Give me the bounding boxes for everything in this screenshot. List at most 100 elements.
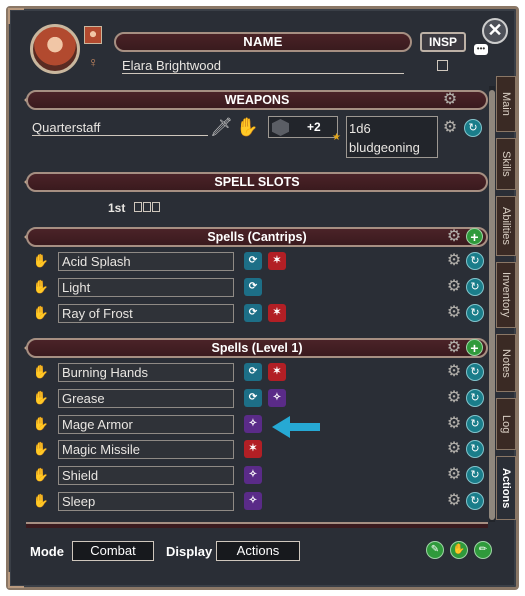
tab-skills[interactable]: Skills: [496, 138, 516, 190]
tab-inventory[interactable]: Inventory: [496, 262, 516, 328]
spell-name-field[interactable]: Shield: [58, 466, 234, 486]
spell-hand-icon[interactable]: ✋: [32, 440, 50, 458]
inspiration-button[interactable]: INSP: [420, 32, 466, 52]
spell-cast-button[interactable]: ↻: [466, 492, 484, 510]
frame-corner: [8, 8, 24, 24]
spell-slot-checkbox[interactable]: [152, 202, 160, 212]
level1-spells-section-header: Spells (Level 1): [26, 338, 488, 358]
spell-red-tag-icon[interactable]: ✶: [268, 303, 286, 322]
spell-name-field[interactable]: Burning Hands: [58, 363, 234, 382]
pointer-arrow: [272, 416, 320, 438]
spell-hand-icon[interactable]: ✋: [32, 466, 50, 484]
frame-corner: [8, 572, 24, 588]
spell-hand-icon[interactable]: ✋: [32, 304, 50, 322]
weapon-roll-button[interactable]: ↻: [464, 119, 482, 137]
spell-settings-gear-icon[interactable]: ⚙: [446, 441, 462, 457]
slot-level-label: 1st: [108, 201, 126, 215]
spell-hand-icon[interactable]: ✋: [32, 492, 50, 510]
spell-blue-tag-icon[interactable]: ⟳: [244, 277, 262, 296]
inspiration-checkbox[interactable]: [437, 60, 448, 71]
token-portrait[interactable]: [84, 26, 102, 44]
cantrips-settings-gear-icon[interactable]: ⚙: [446, 229, 462, 245]
display-label: Display: [166, 544, 213, 559]
chat-icon[interactable]: •••: [474, 44, 488, 55]
spell-blue-tag-icon[interactable]: ⟳: [244, 363, 262, 381]
spell-name-field[interactable]: Mage Armor: [58, 414, 234, 434]
spell-blue-tag-icon[interactable]: ⟳: [244, 303, 262, 322]
spell-hand-icon[interactable]: ✋: [32, 389, 50, 407]
spell-settings-gear-icon[interactable]: ⚙: [446, 278, 462, 295]
spell-red-tag-icon[interactable]: ✶: [244, 440, 262, 459]
spell-settings-gear-icon[interactable]: ⚙: [446, 467, 462, 483]
spell-cast-button[interactable]: ↻: [466, 252, 484, 270]
add-cantrip-button[interactable]: +: [466, 228, 483, 245]
spell-cast-button[interactable]: ↻: [466, 388, 484, 407]
display-select[interactable]: Actions: [216, 541, 300, 561]
attack-bonus-box[interactable]: +2 ★: [268, 116, 341, 143]
spell-purple-tag-icon[interactable]: ✧: [244, 492, 262, 510]
footer-spell-icon[interactable]: ✋: [450, 541, 468, 559]
tab-abilities[interactable]: Abilities: [496, 196, 516, 256]
spell-name-field[interactable]: Magic Missile: [58, 440, 234, 460]
spell-hand-icon[interactable]: ✋: [32, 252, 50, 270]
spell-cast-button[interactable]: ↻: [466, 277, 484, 296]
spell-settings-gear-icon[interactable]: ⚙: [446, 493, 462, 509]
mode-label: Mode: [30, 544, 64, 559]
next-section-header-partial: [26, 522, 488, 528]
close-button[interactable]: ✕: [482, 18, 508, 44]
spell-red-tag-icon[interactable]: ✶: [268, 363, 286, 381]
weapons-settings-gear-icon[interactable]: ⚙: [442, 92, 458, 108]
tab-main[interactable]: Main: [496, 76, 516, 132]
footer-edit-icon[interactable]: ✎: [426, 541, 444, 559]
spell-slots-section-header: SPELL SLOTS: [26, 172, 488, 192]
tab-log[interactable]: Log: [496, 398, 516, 450]
d20-icon: [272, 119, 289, 136]
spell-hand-icon[interactable]: ✋: [32, 415, 50, 433]
cantrips-section-header: Spells (Cantrips): [26, 227, 488, 247]
weapon-settings-gear-icon[interactable]: ⚙: [442, 120, 458, 136]
spell-cast-button[interactable]: ↻: [466, 363, 484, 381]
tab-notes[interactable]: Notes: [496, 334, 516, 392]
spell-slot-checkbox[interactable]: [134, 202, 142, 212]
attack-bonus-value: +2: [307, 120, 321, 134]
damage-dice: 1d6: [349, 121, 371, 136]
character-name-field[interactable]: Elara Brightwood: [122, 58, 404, 74]
spell-blue-tag-icon[interactable]: ⟳: [244, 252, 262, 270]
damage-type: bludgeoning: [349, 140, 420, 155]
spell-cast-button[interactable]: ↻: [466, 303, 484, 322]
spell-purple-tag-icon[interactable]: ✧: [244, 414, 262, 433]
mode-select[interactable]: Combat: [72, 541, 154, 561]
spell-settings-gear-icon[interactable]: ⚙: [446, 304, 462, 321]
spell-settings-gear-icon[interactable]: ⚙: [446, 389, 462, 406]
spell-settings-gear-icon[interactable]: ⚙: [446, 253, 462, 269]
sword-icon[interactable]: 🗡: [210, 116, 233, 138]
figure-icon: ♀: [88, 54, 99, 70]
star-icon: ★: [332, 132, 341, 143]
spell-red-tag-icon[interactable]: ✶: [268, 252, 286, 270]
hand-icon[interactable]: ✋: [236, 116, 258, 138]
scrollbar-thumb[interactable]: [489, 90, 495, 520]
weapon-name-field[interactable]: Quarterstaff: [32, 120, 208, 136]
footer-pencil-icon[interactable]: ✏: [474, 541, 492, 559]
spell-name-field[interactable]: Ray of Frost: [58, 303, 234, 323]
spell-cast-button[interactable]: ↻: [466, 414, 484, 433]
spell-hand-icon[interactable]: ✋: [32, 278, 50, 296]
weapons-section-header: WEAPONS: [26, 90, 488, 110]
spell-name-field[interactable]: Sleep: [58, 492, 234, 511]
spell-slot-checkbox[interactable]: [143, 202, 151, 212]
name-header: NAME: [114, 32, 412, 52]
spell-hand-icon[interactable]: ✋: [32, 363, 50, 381]
add-level1-spell-button[interactable]: +: [466, 339, 483, 356]
spell-purple-tag-icon[interactable]: ✧: [268, 388, 286, 407]
spell-name-field[interactable]: Acid Splash: [58, 252, 234, 271]
level1-settings-gear-icon[interactable]: ⚙: [446, 340, 462, 356]
character-portrait[interactable]: [30, 24, 80, 74]
spell-settings-gear-icon[interactable]: ⚙: [446, 364, 462, 380]
spell-name-field[interactable]: Light: [58, 277, 234, 297]
tab-actions[interactable]: Actions: [496, 456, 516, 520]
spell-settings-gear-icon[interactable]: ⚙: [446, 415, 462, 432]
spell-name-field[interactable]: Grease: [58, 388, 234, 408]
spell-purple-tag-icon[interactable]: ✧: [244, 466, 262, 485]
spell-blue-tag-icon[interactable]: ⟳: [244, 388, 262, 407]
damage-box[interactable]: 1d6 bludgeoning: [346, 116, 438, 158]
